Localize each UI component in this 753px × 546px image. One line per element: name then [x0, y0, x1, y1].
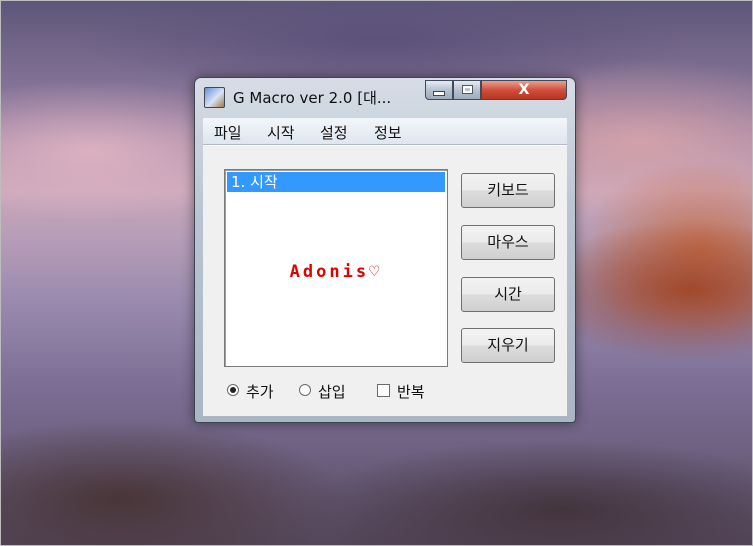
macro-listbox[interactable]: 1. 시작 Adonis♡ — [224, 169, 448, 367]
close-button[interactable]: X — [481, 80, 567, 100]
repeat-checkbox-label[interactable]: 반복 — [397, 381, 425, 402]
app-icon[interactable] — [204, 87, 225, 108]
add-radio[interactable] — [227, 384, 239, 396]
mouse-button[interactable]: 마우스 — [461, 225, 555, 260]
add-radio-label[interactable]: 추가 — [246, 381, 274, 402]
maximize-button[interactable] — [453, 80, 481, 100]
window-title: G Macro ver 2.0 [대... — [233, 89, 392, 107]
g-macro-window: G Macro ver 2.0 [대... X 파일 시작 설정 정보 1. 시… — [194, 77, 576, 423]
maximize-icon — [461, 85, 473, 94]
menu-bar: 파일 시작 설정 정보 — [203, 118, 567, 145]
close-icon: X — [518, 82, 530, 98]
menu-info[interactable]: 정보 — [374, 122, 402, 143]
menu-start[interactable]: 시작 — [267, 122, 295, 143]
insert-radio[interactable] — [299, 384, 311, 396]
menu-settings[interactable]: 설정 — [320, 122, 348, 143]
time-button[interactable]: 시간 — [461, 277, 555, 312]
list-item[interactable]: 1. 시작 — [227, 172, 445, 192]
minimize-icon — [433, 91, 445, 96]
insert-radio-label[interactable]: 삽입 — [318, 381, 346, 402]
minimize-button[interactable] — [425, 80, 453, 100]
title-bar[interactable]: G Macro ver 2.0 [대... X — [195, 78, 575, 112]
erase-button[interactable]: 지우기 — [461, 328, 555, 363]
keyboard-button[interactable]: 키보드 — [461, 173, 555, 208]
menu-file[interactable]: 파일 — [214, 122, 242, 143]
watermark-text: Adonis♡ — [289, 262, 383, 282]
client-area: 1. 시작 Adonis♡ 키보드 마우스 시간 지우기 추가 삽입 반복 — [203, 145, 567, 416]
repeat-checkbox[interactable] — [377, 384, 390, 397]
